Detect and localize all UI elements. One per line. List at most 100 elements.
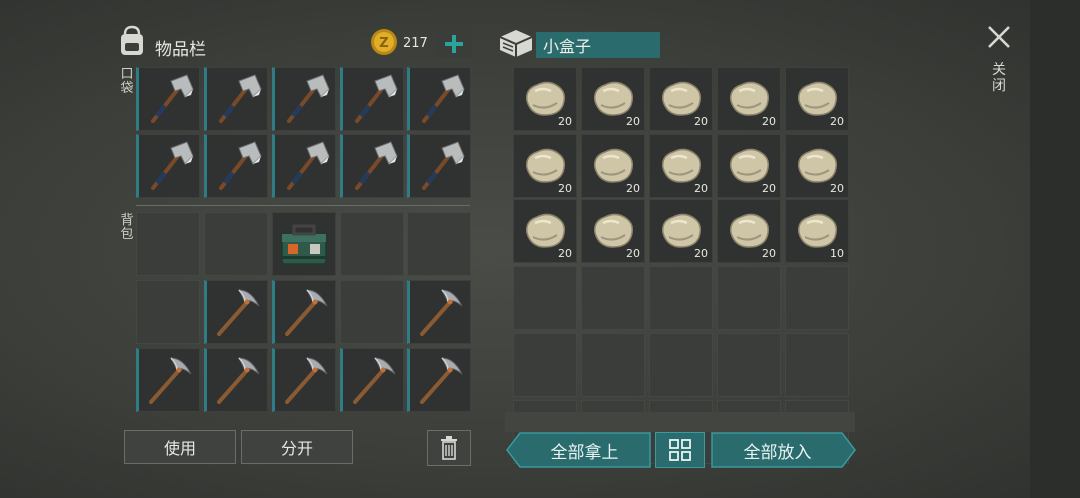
pocket-slot[interactable] bbox=[272, 67, 336, 131]
coin-icon: Z bbox=[370, 28, 398, 56]
container-slot[interactable]: 20 bbox=[513, 67, 577, 131]
use-button[interactable]: 使用 bbox=[124, 430, 236, 464]
axe-icon bbox=[275, 135, 335, 197]
item-quantity: 20 bbox=[558, 115, 572, 128]
backpack-slot[interactable] bbox=[272, 280, 336, 344]
container-slot[interactable] bbox=[581, 266, 645, 330]
trash-button[interactable] bbox=[427, 430, 471, 466]
item-quantity: 20 bbox=[694, 182, 708, 195]
container-slot[interactable] bbox=[717, 266, 781, 330]
pocket-slot[interactable] bbox=[204, 134, 268, 198]
container-slot[interactable]: 10 bbox=[785, 199, 849, 263]
trash-icon bbox=[441, 436, 457, 460]
container-slot[interactable]: 20 bbox=[581, 67, 645, 131]
backpack-icon bbox=[117, 25, 147, 57]
close-button[interactable]: 关闭 bbox=[984, 24, 1014, 100]
container-slot[interactable]: 20 bbox=[513, 134, 577, 198]
backpack-slot[interactable] bbox=[407, 212, 471, 276]
sort-button[interactable] bbox=[655, 432, 705, 468]
axe-icon bbox=[410, 68, 470, 130]
close-label: 关闭 bbox=[992, 62, 1006, 94]
item-quantity: 20 bbox=[694, 247, 708, 260]
container-slot[interactable]: 20 bbox=[785, 134, 849, 198]
container-name: 小盒子 bbox=[543, 37, 592, 56]
container-slot[interactable] bbox=[785, 266, 849, 330]
backpack-slot[interactable] bbox=[204, 212, 268, 276]
item-quantity: 20 bbox=[626, 182, 640, 195]
add-coins-button[interactable] bbox=[436, 30, 472, 58]
axe-icon bbox=[207, 135, 267, 197]
item-quantity: 20 bbox=[694, 115, 708, 128]
item-quantity: 20 bbox=[626, 247, 640, 260]
container-slot[interactable] bbox=[785, 333, 849, 397]
container-slot[interactable]: 20 bbox=[717, 199, 781, 263]
pocket-slot[interactable] bbox=[407, 134, 471, 198]
svg-text:Z: Z bbox=[379, 36, 388, 51]
pickaxe-icon bbox=[343, 349, 403, 411]
container-slot[interactable] bbox=[649, 333, 713, 397]
close-icon bbox=[988, 26, 1010, 48]
coin-count: 217 bbox=[403, 36, 428, 51]
pickaxe-icon bbox=[410, 349, 470, 411]
container-slot[interactable] bbox=[513, 266, 577, 330]
axe-icon bbox=[275, 68, 335, 130]
section-divider bbox=[136, 205, 470, 206]
backpack-slot[interactable] bbox=[136, 280, 200, 344]
item-quantity: 20 bbox=[558, 247, 572, 260]
container-slot[interactable]: 20 bbox=[581, 199, 645, 263]
pocket-slot[interactable] bbox=[204, 67, 268, 131]
container-slot[interactable] bbox=[581, 333, 645, 397]
split-button[interactable]: 分开 bbox=[241, 430, 353, 464]
axe-icon bbox=[343, 68, 403, 130]
backpack-slot[interactable] bbox=[340, 348, 404, 412]
pocket-slot[interactable] bbox=[272, 134, 336, 198]
item-quantity: 20 bbox=[762, 115, 776, 128]
item-quantity: 20 bbox=[830, 115, 844, 128]
container-slot[interactable]: 20 bbox=[581, 134, 645, 198]
backpack-slot[interactable] bbox=[136, 212, 200, 276]
backpack-slot[interactable] bbox=[340, 212, 404, 276]
container-slot[interactable]: 20 bbox=[513, 199, 577, 263]
backpack-slot[interactable] bbox=[340, 280, 404, 344]
item-quantity: 20 bbox=[558, 182, 572, 195]
axe-icon bbox=[139, 135, 199, 197]
grid-clip bbox=[505, 412, 855, 432]
pocket-slot[interactable] bbox=[340, 134, 404, 198]
backpack-slot[interactable] bbox=[407, 280, 471, 344]
container-slot[interactable]: 20 bbox=[649, 134, 713, 198]
axe-icon bbox=[343, 135, 403, 197]
backpack-slot[interactable] bbox=[204, 280, 268, 344]
pocket-slot[interactable] bbox=[136, 67, 200, 131]
backpack-slot[interactable] bbox=[272, 212, 336, 276]
pickaxe-icon bbox=[139, 349, 199, 411]
container-slot[interactable]: 20 bbox=[785, 67, 849, 131]
box-icon bbox=[498, 28, 534, 58]
item-quantity: 20 bbox=[762, 182, 776, 195]
backpack-slot[interactable] bbox=[136, 348, 200, 412]
container-slot[interactable]: 20 bbox=[717, 67, 781, 131]
backpack-slot[interactable] bbox=[407, 348, 471, 412]
container-slot[interactable] bbox=[513, 333, 577, 397]
item-quantity: 20 bbox=[762, 247, 776, 260]
container-slot[interactable]: 20 bbox=[649, 199, 713, 263]
item-quantity: 20 bbox=[626, 115, 640, 128]
take-all-button[interactable]: 全部拿上 bbox=[506, 432, 651, 468]
container-slot[interactable]: 20 bbox=[649, 67, 713, 131]
backpack-slot[interactable] bbox=[272, 348, 336, 412]
item-quantity: 10 bbox=[830, 247, 844, 260]
pickaxe-icon bbox=[410, 281, 470, 343]
container-name-field[interactable]: 小盒子 bbox=[536, 32, 660, 58]
backpack-label: 背包 bbox=[120, 213, 134, 242]
pickaxe-icon bbox=[207, 349, 267, 411]
container-slot[interactable]: 20 bbox=[717, 134, 781, 198]
put-all-button[interactable]: 全部放入 bbox=[711, 432, 856, 468]
container-slot[interactable] bbox=[717, 333, 781, 397]
right-panel-strip bbox=[1030, 0, 1080, 498]
pocket-label: 口袋 bbox=[120, 67, 134, 96]
backpack-slot[interactable] bbox=[204, 348, 268, 412]
pocket-slot[interactable] bbox=[407, 67, 471, 131]
axe-icon bbox=[410, 135, 470, 197]
pocket-slot[interactable] bbox=[340, 67, 404, 131]
container-slot[interactable] bbox=[649, 266, 713, 330]
pocket-slot[interactable] bbox=[136, 134, 200, 198]
